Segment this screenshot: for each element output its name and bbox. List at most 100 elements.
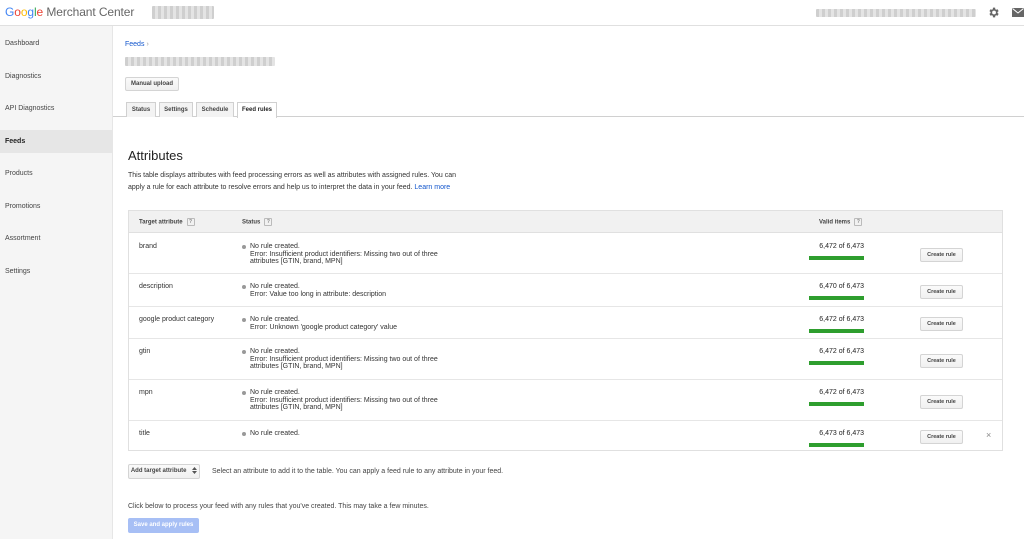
rule-status-text: No rule created.	[250, 316, 300, 323]
sidebar-item-diagnostics[interactable]: Diagnostics	[0, 65, 113, 88]
error-message-text: Error: Insufficient product identifiers:…	[250, 250, 438, 258]
tab-feed-rules[interactable]: Feed rules	[237, 102, 277, 118]
status-dot-icon	[242, 285, 246, 289]
valid-items-count: 6,472 of 6,473	[819, 389, 864, 396]
error-message-text: Error: Unknown 'google product category'…	[250, 323, 398, 331]
table-row: description No rule created. Error: Value …	[129, 274, 1002, 307]
target-attribute-name: description	[139, 283, 173, 290]
manual-upload-button[interactable]: Manual upload	[125, 77, 179, 91]
rule-status-text: No rule created.	[250, 283, 300, 290]
sidebar-item-assortment[interactable]: Assortment	[0, 227, 113, 250]
help-icon[interactable]: ?	[186, 218, 195, 226]
page-title: Attributes	[128, 148, 183, 163]
add-target-attribute-dropdown[interactable]: Add target attribute	[128, 464, 200, 479]
updown-arrows-icon	[192, 466, 198, 474]
table-row: title No rule created. 6,473 of 6,473 Creat…	[129, 421, 1002, 451]
sidebar-item-promotions[interactable]: Promotions	[0, 195, 113, 218]
tab-status[interactable]: Status	[126, 102, 156, 117]
feed-name-redacted	[125, 57, 275, 66]
help-icon[interactable]: ?	[264, 218, 273, 226]
tab-schedule[interactable]: Schedule	[196, 102, 234, 117]
sidebar-item-dashboard[interactable]: Dashboard	[0, 32, 113, 55]
valid-items-progress-bar	[809, 329, 864, 333]
create-rule-button[interactable]: Create rule	[920, 317, 963, 331]
target-attribute-name: google product category	[139, 316, 215, 323]
error-message-text: Error: Value too long in attribute: desc…	[250, 290, 387, 298]
user-email-redacted[interactable]	[816, 9, 976, 17]
column-header-target-attribute: Target attribute?	[139, 218, 195, 226]
sidebar-item-feeds[interactable]: Feeds	[0, 130, 113, 153]
valid-items-count: 6,472 of 6,473	[819, 316, 864, 323]
feed-tabs: Status Settings Schedule Feed rules	[113, 102, 1024, 118]
account-name-redacted[interactable]	[152, 6, 214, 19]
valid-items-count: 6,470 of 6,473	[819, 283, 864, 290]
attribute-status: No rule created. Error: Value too long in…	[242, 283, 462, 298]
breadcrumb: Feeds ›	[125, 41, 149, 48]
attribute-status: No rule created. Error: Insufficient prod…	[242, 348, 462, 371]
column-header-label: Target attribute	[139, 219, 183, 226]
valid-items-progress-fill	[809, 402, 864, 406]
rule-status-text: No rule created.	[250, 389, 300, 396]
rule-status-text: No rule created.	[250, 430, 300, 437]
help-icon[interactable]: ?	[854, 218, 863, 226]
logo-letter: g	[27, 5, 34, 19]
column-header-label: Status	[242, 219, 261, 226]
learn-more-link[interactable]: Learn more	[414, 184, 450, 191]
target-attribute-name: gtin	[139, 348, 151, 355]
valid-items-progress-fill	[809, 256, 864, 260]
error-message-text: Error: Insufficient product identifiers:…	[250, 396, 438, 404]
target-attribute-name: mpn	[139, 389, 153, 396]
add-attribute-hint: Select an attribute to add it to the tab…	[212, 468, 504, 475]
status-dot-icon	[242, 391, 246, 395]
remove-attribute-icon[interactable]: ×	[986, 430, 991, 440]
valid-items-progress-bar	[809, 443, 864, 447]
gear-icon[interactable]	[987, 6, 1000, 19]
add-target-attribute-label: Add target attribute	[130, 468, 187, 474]
table-row: gtin No rule created. Error: Insufficient …	[129, 339, 1002, 380]
valid-items-progress-bar	[809, 296, 864, 300]
sidebar-item-settings[interactable]: Settings	[0, 260, 113, 283]
sidebar: Dashboard Diagnostics API Diagnostics Fe…	[0, 26, 113, 539]
attributes-description: This table displays attributes with feed…	[128, 170, 468, 193]
target-attribute-name: brand	[139, 243, 157, 250]
target-attribute-name: title	[139, 430, 150, 437]
valid-items-count: 6,472 of 6,473	[819, 348, 864, 355]
rule-status-text: No rule created.	[250, 348, 300, 355]
logo-letter: o	[14, 5, 21, 19]
valid-items-progress-bar	[809, 361, 864, 365]
breadcrumb-separator: ›	[146, 41, 149, 48]
table-row: brand No rule created. Error: Insufficient…	[129, 234, 1002, 274]
logo-letter: G	[5, 5, 15, 19]
error-message-text: attributes [GTIN, brand, MPN]	[250, 404, 343, 411]
table-header: Target attribute? Status? Valid items?	[129, 211, 1002, 233]
rule-status-text: No rule created.	[250, 243, 300, 250]
attribute-status: No rule created. Error: Unknown 'google p…	[242, 316, 462, 331]
valid-items-count: 6,472 of 6,473	[819, 243, 864, 250]
error-message-text: attributes [GTIN, brand, MPN]	[250, 258, 343, 265]
save-and-apply-rules-button[interactable]: Save and apply rules	[128, 518, 199, 533]
merchant-center-logo[interactable]: Google Merchant Center	[5, 5, 134, 19]
mail-icon[interactable]	[1012, 8, 1024, 17]
status-dot-icon	[242, 318, 246, 322]
create-rule-button[interactable]: Create rule	[920, 395, 963, 409]
attribute-status: No rule created. Error: Insufficient prod…	[242, 243, 462, 266]
attribute-status: No rule created.	[242, 430, 462, 438]
valid-items-progress-bar	[809, 256, 864, 260]
top-bar: Google Merchant Center	[0, 0, 1024, 26]
tab-settings[interactable]: Settings	[159, 102, 193, 117]
column-header-valid-items: Valid items?	[819, 218, 863, 226]
create-rule-button[interactable]: Create rule	[920, 248, 963, 262]
breadcrumb-feeds-link[interactable]: Feeds	[125, 41, 144, 48]
create-rule-button[interactable]: Create rule	[920, 354, 963, 368]
sidebar-item-api-diagnostics[interactable]: API Diagnostics	[0, 97, 113, 120]
valid-items-count: 6,473 of 6,473	[819, 430, 864, 437]
sidebar-item-products[interactable]: Products	[0, 162, 113, 185]
create-rule-button[interactable]: Create rule	[920, 430, 963, 444]
logo-product-name: Merchant Center	[46, 5, 135, 19]
description-text: This table displays attributes with feed…	[128, 172, 457, 191]
valid-items-progress-fill	[809, 296, 864, 300]
valid-items-progress-fill	[809, 361, 864, 365]
valid-items-progress-bar	[809, 402, 864, 406]
status-dot-icon	[242, 432, 246, 436]
create-rule-button[interactable]: Create rule	[920, 285, 963, 299]
